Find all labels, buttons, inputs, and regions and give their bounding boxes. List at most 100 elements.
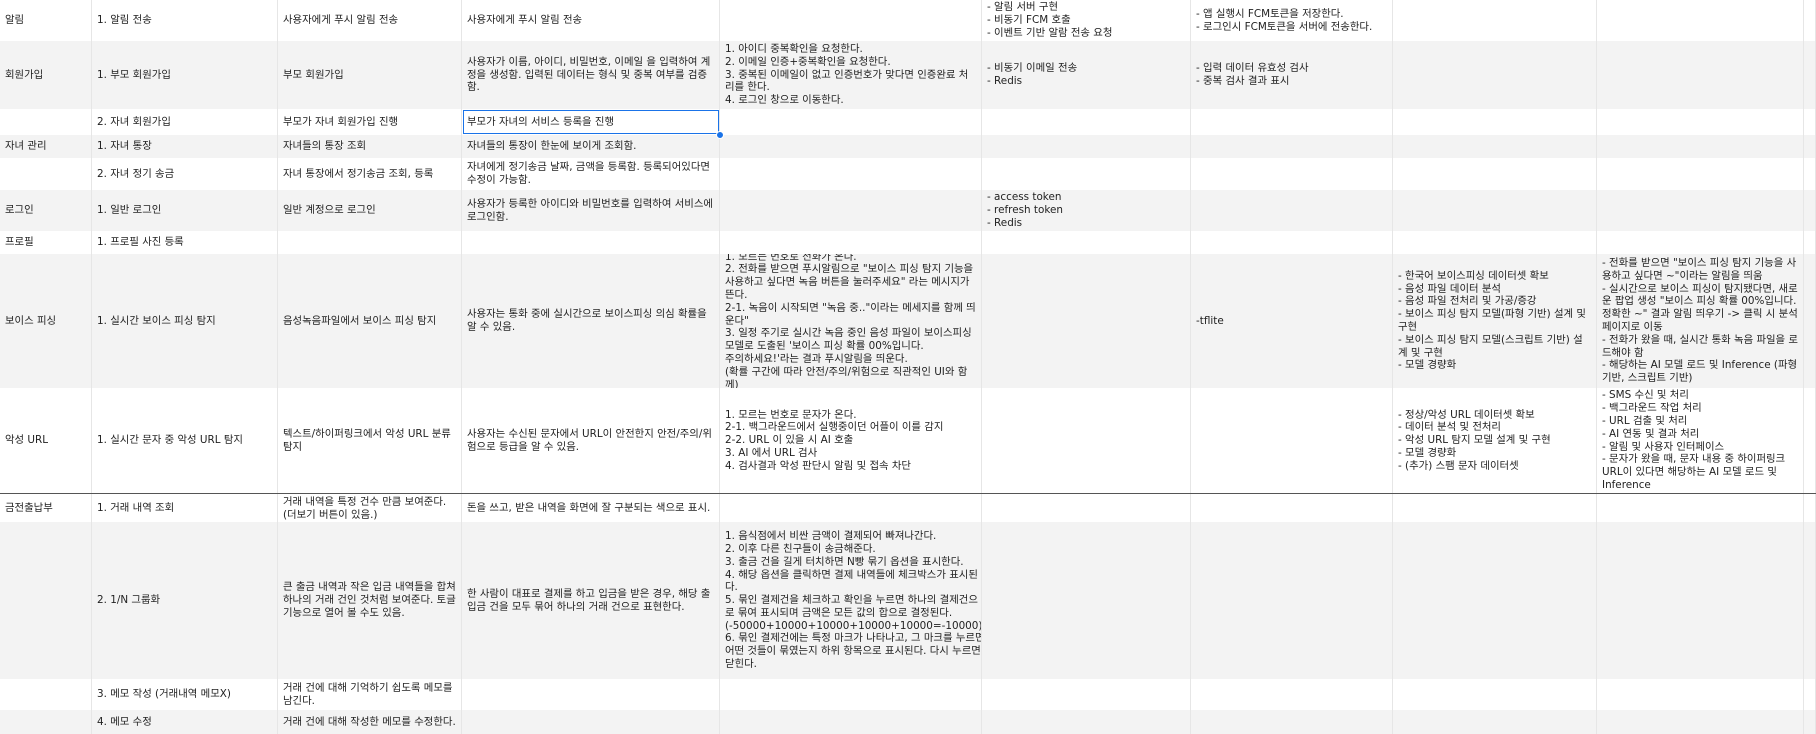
cell-ai[interactable] xyxy=(1393,41,1597,109)
cell-scenario[interactable]: 1. 음식점에서 비싼 금액이 결제되어 빠져나간다. 2. 이후 다른 친구들… xyxy=(720,522,982,679)
cell-category[interactable]: 보이스 피싱 xyxy=(0,254,92,388)
cell-category[interactable] xyxy=(0,522,92,679)
cell-summary[interactable] xyxy=(278,231,462,254)
cell-description[interactable]: 한 사람이 대표로 결제를 하고 입금을 받은 경우, 해당 출입금 건을 모두… xyxy=(462,522,720,679)
cell-android[interactable]: - 전화를 받으면 "보이스 피싱 탐지 기능을 사용하고 싶다면 ~"이라는 … xyxy=(1597,254,1804,388)
cell-frontend[interactable] xyxy=(1191,522,1393,679)
cell-backend[interactable] xyxy=(982,254,1191,388)
cell-ai[interactable] xyxy=(1393,231,1597,254)
cell-frontend[interactable] xyxy=(1191,679,1393,710)
cell-summary[interactable]: 부모 회원가입 xyxy=(278,41,462,109)
cell-extra[interactable] xyxy=(1804,190,1816,231)
cell-extra[interactable] xyxy=(1804,254,1816,388)
cell-ai[interactable]: - 한국어 보이스피싱 데이터셋 확보 - 음성 파일 데이터 분석 - 음성 … xyxy=(1393,254,1597,388)
cell-description[interactable]: 자녀들의 통장이 한눈에 보이게 조회함. xyxy=(462,135,720,158)
cell-category[interactable] xyxy=(0,109,92,135)
cell-ai[interactable]: - 정상/악성 URL 데이터셋 확보 - 데이터 분석 및 전처리 - 악성 … xyxy=(1393,388,1597,493)
cell-scenario[interactable] xyxy=(720,135,982,158)
cell-extra[interactable] xyxy=(1804,41,1816,109)
cell-summary[interactable]: 부모가 자녀 회원가입 진행 xyxy=(278,109,462,135)
cell-android[interactable] xyxy=(1597,0,1804,41)
cell-scenario[interactable] xyxy=(720,190,982,231)
cell-extra[interactable] xyxy=(1804,522,1816,679)
cell-feature[interactable]: 1. 실시간 보이스 피싱 탐지 xyxy=(92,254,278,388)
cell-scenario[interactable] xyxy=(720,231,982,254)
cell-feature[interactable]: 1. 일반 로그인 xyxy=(92,190,278,231)
cell-frontend[interactable] xyxy=(1191,109,1393,135)
cell-ai[interactable] xyxy=(1393,710,1597,734)
cell-scenario[interactable]: 1. 아이디 중복확인을 요청한다. 2. 이메일 인증+중복확인을 요청한다.… xyxy=(720,41,982,109)
cell-backend[interactable] xyxy=(982,388,1191,493)
cell-summary[interactable]: 사용자에게 푸시 알림 전송 xyxy=(278,0,462,41)
cell-summary[interactable]: 텍스트/하이퍼링크에서 악성 URL 분류 탐지 xyxy=(278,388,462,493)
cell-ai[interactable] xyxy=(1393,135,1597,158)
cell-description[interactable]: 사용자는 통화 중에 실시간으로 보이스피싱 의심 확률을 알 수 있음. xyxy=(462,254,720,388)
cell-feature[interactable]: 1. 알림 전송 xyxy=(92,0,278,41)
cell-ai[interactable] xyxy=(1393,109,1597,135)
cell-ai[interactable] xyxy=(1393,494,1597,523)
cell-frontend[interactable] xyxy=(1191,494,1393,523)
cell-extra[interactable] xyxy=(1804,0,1816,41)
cell-backend[interactable] xyxy=(982,158,1191,190)
cell-android[interactable] xyxy=(1597,135,1804,158)
cell-scenario[interactable] xyxy=(720,0,982,41)
cell-android[interactable]: - SMS 수신 및 처리 - 백그라운드 작업 처리 - URL 검출 및 처… xyxy=(1597,388,1804,493)
cell-feature[interactable]: 1. 프로필 사진 등록 xyxy=(92,231,278,254)
cell-extra[interactable] xyxy=(1804,388,1816,493)
cell-extra[interactable] xyxy=(1804,109,1816,135)
cell-scenario[interactable] xyxy=(720,109,982,135)
cell-frontend[interactable]: -tflite xyxy=(1191,254,1393,388)
cell-ai[interactable] xyxy=(1393,522,1597,679)
cell-description[interactable]: 사용자에게 푸시 알림 전송 xyxy=(462,0,720,41)
cell-extra[interactable] xyxy=(1804,710,1816,734)
cell-android[interactable] xyxy=(1597,190,1804,231)
cell-android[interactable] xyxy=(1597,41,1804,109)
cell-feature[interactable]: 2. 1/N 그룹화 xyxy=(92,522,278,679)
cell-description[interactable]: 사용자는 수신된 문자에서 URL이 안전한지 안전/주의/위험으로 등급을 알… xyxy=(462,388,720,493)
cell-backend[interactable] xyxy=(982,710,1191,734)
cell-feature[interactable]: 2. 자녀 회원가입 xyxy=(92,109,278,135)
cell-ai[interactable] xyxy=(1393,158,1597,190)
cell-extra[interactable] xyxy=(1804,158,1816,190)
cell-category[interactable] xyxy=(0,710,92,734)
cell-scenario[interactable] xyxy=(720,710,982,734)
cell-extra[interactable] xyxy=(1804,679,1816,710)
cell-backend[interactable] xyxy=(982,231,1191,254)
cell-scenario[interactable] xyxy=(720,679,982,710)
cell-category[interactable]: 회원가입 xyxy=(0,41,92,109)
cell-summary[interactable]: 거래 내역을 특정 건수 만큼 보여준다. (더보기 버튼이 있음.) xyxy=(278,494,462,523)
cell-backend[interactable] xyxy=(982,679,1191,710)
cell-backend[interactable]: - access token - refresh token - Redis xyxy=(982,190,1191,231)
cell-feature[interactable]: 2. 자녀 정기 송금 xyxy=(92,158,278,190)
cell-summary[interactable]: 큰 출금 내역과 작은 입금 내역들을 합쳐 하나의 거래 건인 것처럼 보여준… xyxy=(278,522,462,679)
cell-description[interactable] xyxy=(462,231,720,254)
cell-backend[interactable] xyxy=(982,135,1191,158)
cell-android[interactable] xyxy=(1597,109,1804,135)
cell-extra[interactable] xyxy=(1804,231,1816,254)
cell-description[interactable] xyxy=(462,679,720,710)
cell-frontend[interactable] xyxy=(1191,158,1393,190)
cell-frontend[interactable]: - 입력 데이터 유효성 검사 - 중복 검사 결과 표시 xyxy=(1191,41,1393,109)
fill-handle[interactable] xyxy=(716,131,724,139)
selected-cell[interactable]: 부모가 자녀의 서비스 등록을 진행 xyxy=(462,109,720,135)
cell-scenario[interactable] xyxy=(720,158,982,190)
cell-summary[interactable]: 일반 계정으로 로그인 xyxy=(278,190,462,231)
cell-summary[interactable]: 음성녹음파일에서 보이스 피싱 탐지 xyxy=(278,254,462,388)
cell-feature[interactable]: 3. 메모 작성 (거래내역 메모X) xyxy=(92,679,278,710)
cell-frontend[interactable] xyxy=(1191,710,1393,734)
cell-frontend[interactable] xyxy=(1191,190,1393,231)
cell-description[interactable] xyxy=(462,710,720,734)
cell-frontend[interactable] xyxy=(1191,135,1393,158)
cell-category[interactable]: 악성 URL xyxy=(0,388,92,493)
cell-feature[interactable]: 1. 실시간 문자 중 악성 URL 탐지 xyxy=(92,388,278,493)
cell-frontend[interactable] xyxy=(1191,388,1393,493)
cell-category[interactable]: 자녀 관리 xyxy=(0,135,92,158)
cell-android[interactable] xyxy=(1597,231,1804,254)
cell-extra[interactable] xyxy=(1804,494,1816,523)
cell-backend[interactable] xyxy=(982,109,1191,135)
cell-ai[interactable] xyxy=(1393,679,1597,710)
cell-category[interactable] xyxy=(0,158,92,190)
cell-ai[interactable] xyxy=(1393,190,1597,231)
cell-summary[interactable]: 자녀 통장에서 정기송금 조회, 등록 xyxy=(278,158,462,190)
cell-scenario[interactable]: 1. 모르는 번호로 문자가 온다. 2-1. 백그라운드에서 실행중이던 어플… xyxy=(720,388,982,493)
